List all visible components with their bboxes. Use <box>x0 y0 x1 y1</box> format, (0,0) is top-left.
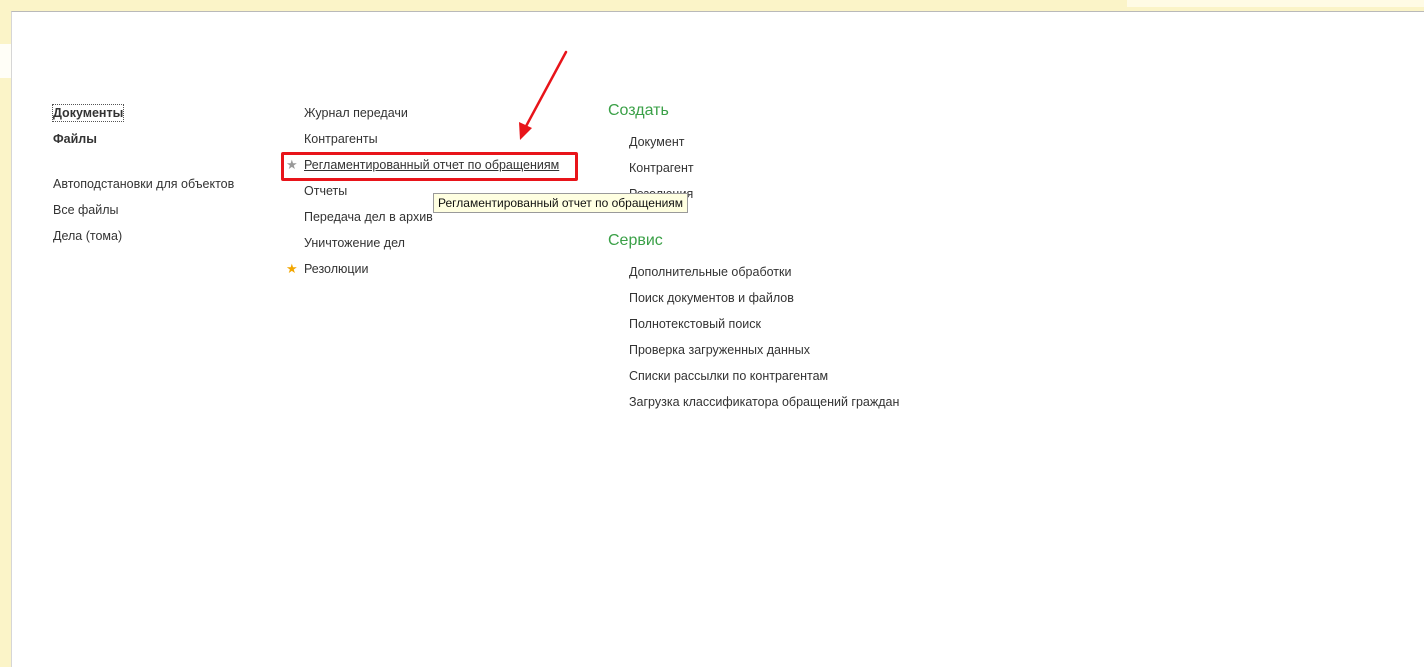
section-title-service: Сервис <box>608 232 663 249</box>
section-title-create: Создать <box>608 102 669 119</box>
nav-item-files[interactable]: Файлы <box>53 131 97 147</box>
annotation-arrow <box>519 50 568 140</box>
create-item-counterparty[interactable]: Контрагент <box>629 160 694 176</box>
nav-item-cases[interactable]: Дела (тома) <box>53 228 122 244</box>
top-strip-highlight <box>1127 0 1424 7</box>
report-resolutions[interactable]: Резолюции <box>304 261 369 277</box>
report-transfer-journal[interactable]: Журнал передачи <box>304 105 408 121</box>
service-item-check-uploaded-data[interactable]: Проверка загруженных данных <box>629 342 810 358</box>
create-item-document[interactable]: Документ <box>629 134 684 150</box>
report-archive-transfer[interactable]: Передача дел в архив <box>304 209 433 225</box>
left-edge-highlight <box>0 44 11 78</box>
report-case-destruction[interactable]: Уничтожение дел <box>304 235 405 251</box>
highlight-annotation-box <box>281 152 578 181</box>
service-item-mailing-lists[interactable]: Списки рассылки по контрагентам <box>629 368 828 384</box>
tooltip: Регламентированный отчет по обращениям <box>433 193 689 213</box>
nav-item-all-files[interactable]: Все файлы <box>53 202 119 218</box>
service-item-search-documents[interactable]: Поиск документов и файлов <box>629 290 794 306</box>
report-reports[interactable]: Отчеты <box>304 183 347 199</box>
left-edge <box>0 7 11 667</box>
nav-item-documents[interactable]: Документы <box>51 104 125 122</box>
star-icon[interactable]: ★ <box>286 261 298 277</box>
service-item-fulltext-search[interactable]: Полнотекстовый поиск <box>629 316 761 332</box>
service-item-load-classifier[interactable]: Загрузка классификатора обращений гражда… <box>629 394 899 410</box>
service-item-additional-processing[interactable]: Дополнительные обработки <box>629 264 791 280</box>
nav-item-autosubstitutions[interactable]: Автоподстановки для объектов <box>53 176 234 192</box>
report-counterparties[interactable]: Контрагенты <box>304 131 378 147</box>
content-panel <box>11 11 1424 667</box>
